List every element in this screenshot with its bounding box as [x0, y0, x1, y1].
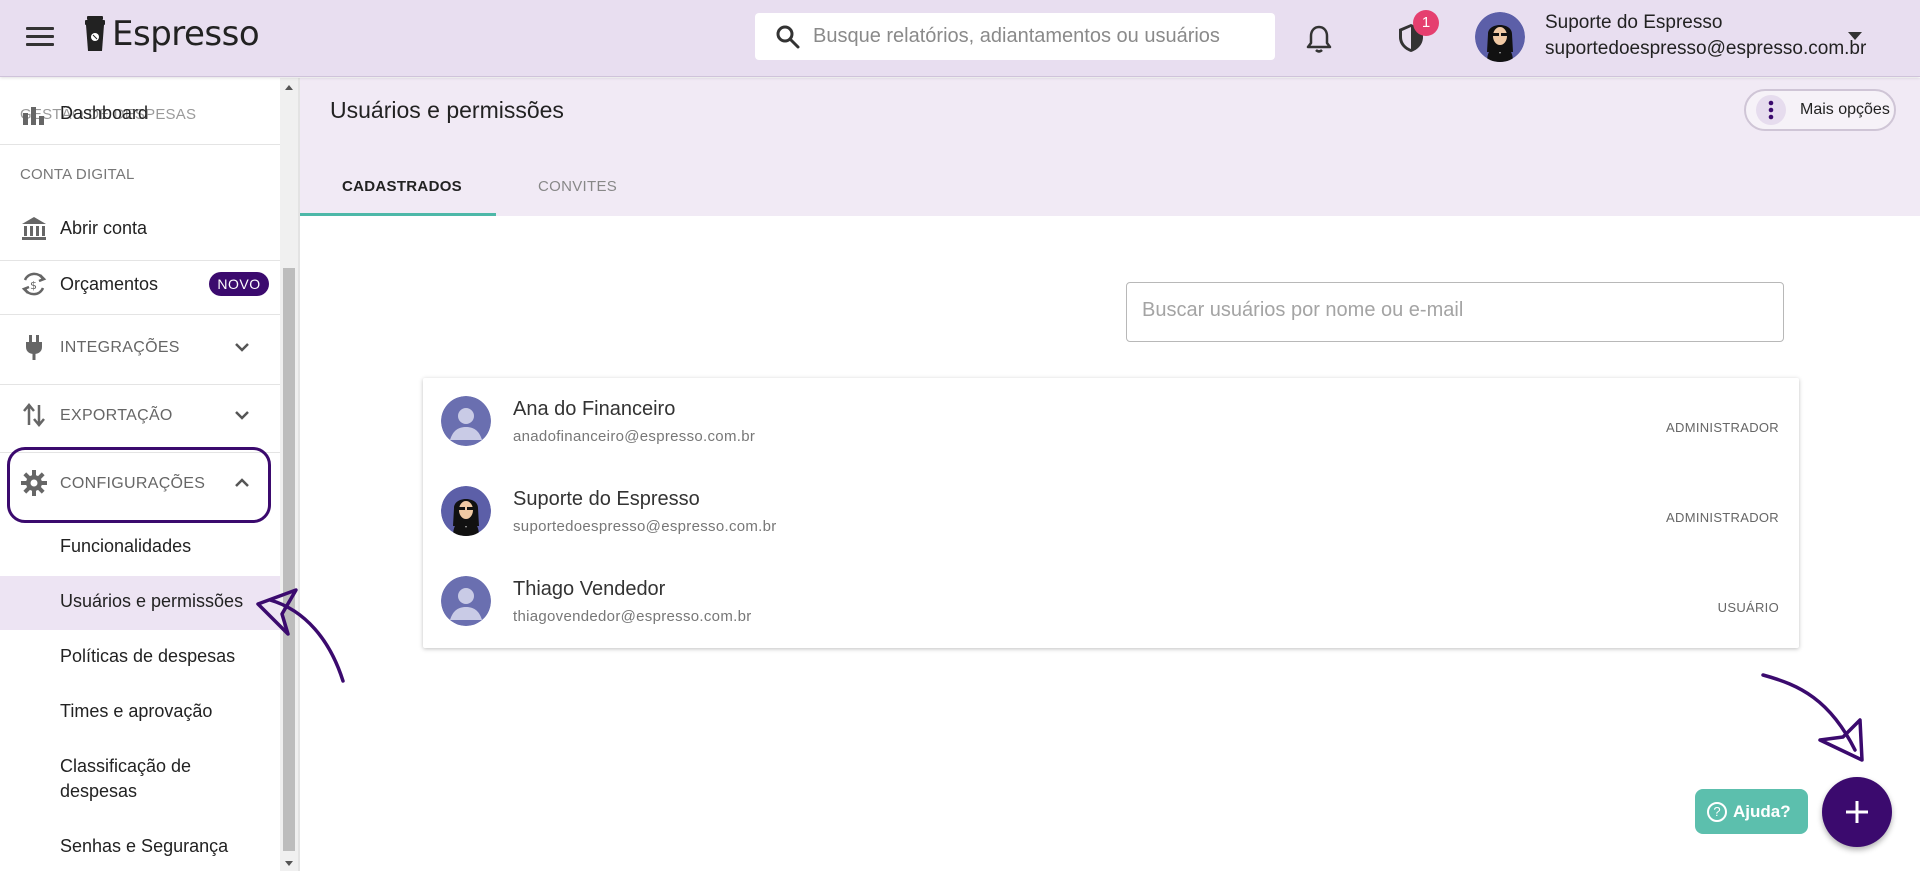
more-vertical-icon — [1756, 95, 1786, 125]
app-logo[interactable]: Espresso — [84, 14, 260, 54]
chevron-down-icon — [235, 411, 249, 420]
sidebar-item-integracoes[interactable]: INTEGRAÇÕES — [0, 328, 280, 368]
tab-convites[interactable]: CONVITES — [538, 178, 617, 195]
add-user-button[interactable] — [1822, 777, 1892, 847]
user-search-field[interactable] — [1126, 282, 1784, 342]
sidebar-item-label: Abrir conta — [60, 218, 148, 238]
sidebar-section-conta: CONTA DIGITAL — [20, 166, 135, 183]
user-email[interactable]: suportedoespresso@espresso.com.br — [1545, 38, 1866, 60]
plug-icon — [26, 335, 42, 360]
security-badge: 1 — [1413, 10, 1439, 36]
list-item[interactable]: Thiago Vendedor thiagovendedor@espresso.… — [423, 558, 1799, 648]
help-label: Ajuda? — [1733, 801, 1791, 821]
bank-icon — [22, 217, 46, 240]
sidebar-subitem-politicas[interactable]: Políticas de despesas — [60, 646, 235, 667]
divider — [0, 260, 280, 261]
user-row-role: USUÁRIO — [1717, 600, 1779, 615]
scroll-up-icon[interactable] — [285, 85, 293, 90]
avatar — [441, 396, 491, 446]
sidebar-item-label: Dashboard — [60, 103, 149, 123]
question-icon: ? — [1707, 801, 1727, 822]
arrow-to-add-button-icon — [1761, 673, 1864, 762]
user-row-email: suportedoespresso@espresso.com.br — [513, 518, 777, 535]
sidebar-subitem-times[interactable]: Times e aprovação — [60, 701, 212, 722]
bell-icon[interactable] — [1305, 24, 1333, 54]
global-search-input[interactable] — [813, 25, 1253, 48]
new-badge: NOVO — [209, 272, 269, 296]
sidebar-item-dashboard[interactable]: Dashboard — [0, 98, 280, 132]
user-row-name: Ana do Financeiro — [513, 398, 676, 420]
default-avatar-icon — [441, 396, 491, 446]
coffee-cup-icon — [85, 16, 105, 51]
bar-chart-icon — [23, 107, 44, 125]
chevron-down-icon[interactable] — [1848, 32, 1862, 40]
scroll-down-icon[interactable] — [285, 861, 293, 866]
top-bar: Espresso 1 Suporte do Espresso suportedo… — [0, 0, 1920, 77]
divider — [0, 144, 280, 145]
page-title: Usuários e permissões — [330, 97, 564, 123]
avatar — [441, 486, 491, 536]
sidebar-subitem-senhas[interactable]: Senhas e Segurança — [60, 836, 228, 857]
user-row-name: Suporte do Espresso — [513, 488, 700, 510]
swap-vertical-icon — [23, 403, 45, 427]
global-search[interactable] — [755, 13, 1275, 60]
user-row-role: ADMINISTRADOR — [1666, 420, 1779, 435]
user-photo-icon — [441, 486, 491, 536]
app-name: Espresso — [112, 14, 260, 54]
more-options-label: Mais opções — [1800, 101, 1890, 118]
tab-cadastrados[interactable]: CADASTRADOS — [342, 178, 462, 195]
user-avatar[interactable] — [1475, 12, 1525, 62]
divider — [0, 384, 280, 385]
sidebar-subitem-usuarios[interactable]: Usuários e permissões — [60, 591, 243, 612]
scrollbar-thumb[interactable] — [283, 268, 295, 851]
more-options-button[interactable]: Mais opções — [1744, 89, 1896, 131]
user-row-email: thiagovendedor@espresso.com.br — [513, 608, 752, 625]
sidebar-item-orcamentos[interactable]: $ Orçamentos NOVO — [0, 264, 280, 304]
sidebar-subitem-funcionalidades[interactable]: Funcionalidades — [60, 536, 191, 557]
sidebar-item-label: INTEGRAÇÕES — [60, 339, 180, 356]
plus-icon — [1846, 801, 1868, 823]
sidebar-scrollbar[interactable] — [280, 78, 298, 871]
search-icon — [776, 25, 800, 48]
default-avatar-icon — [441, 576, 491, 626]
chevron-down-icon — [235, 343, 249, 352]
menu-icon[interactable] — [26, 24, 54, 50]
user-row-role: ADMINISTRADOR — [1666, 510, 1779, 525]
sidebar-item-label: EXPORTAÇÃO — [60, 407, 173, 424]
user-row-email: anadofinanceiro@espresso.com.br — [513, 428, 756, 445]
highlight-outline — [7, 447, 271, 523]
sidebar-item-label: Orçamentos — [60, 274, 159, 294]
avatar — [441, 576, 491, 626]
active-tab-indicator — [300, 213, 496, 216]
user-row-name: Thiago Vendedor — [513, 578, 666, 600]
users-list: Ana do Financeiro anadofinanceiro@espres… — [423, 378, 1799, 648]
sidebar-subitem-classificacao[interactable]: Classificação de — [60, 756, 191, 777]
refresh-money-icon: $ — [21, 272, 47, 296]
sidebar-item-exportacao[interactable]: EXPORTAÇÃO — [0, 396, 280, 436]
sidebar: GESTÃO DE DESPESAS Dashboard CONTA DIGIT… — [0, 78, 280, 871]
list-item[interactable]: Ana do Financeiro anadofinanceiro@espres… — [423, 378, 1799, 468]
list-item[interactable]: Suporte do Espresso suportedoespresso@es… — [423, 468, 1799, 558]
sidebar-item-abrir-conta[interactable]: Abrir conta — [0, 208, 280, 248]
user-avatar-icon — [1475, 12, 1525, 62]
user-name[interactable]: Suporte do Espresso — [1545, 12, 1722, 34]
help-button[interactable]: ? Ajuda? — [1695, 789, 1808, 834]
user-search-input[interactable] — [1142, 299, 1762, 322]
divider — [0, 314, 280, 315]
svg-text:$: $ — [30, 279, 37, 292]
sidebar-subitem-classificacao-line2[interactable]: despesas — [60, 781, 137, 802]
